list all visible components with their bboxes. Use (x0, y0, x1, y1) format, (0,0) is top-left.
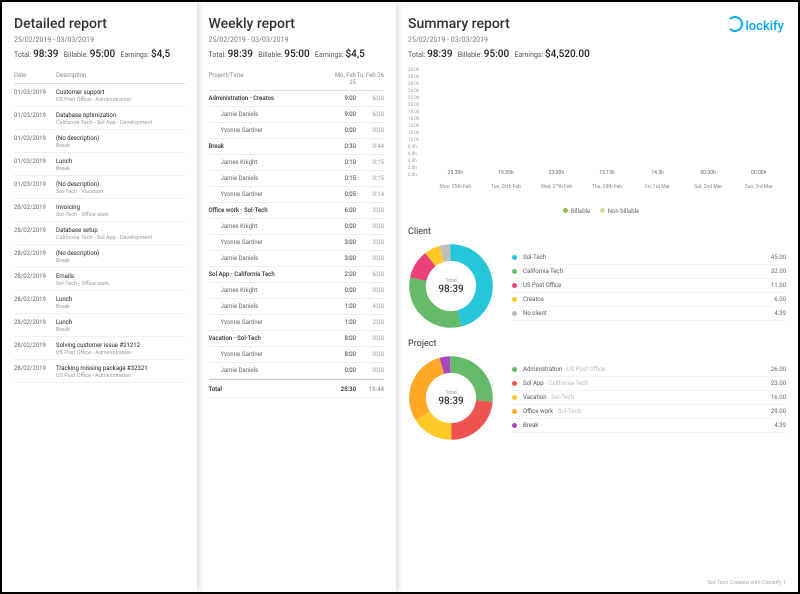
detailed-title: Detailed report (14, 16, 185, 32)
date-range: 25/02/2019 - 03/03/2019 (14, 36, 185, 44)
table-row: 28/02/2019LunchBreak (14, 314, 185, 337)
project-donut-chart: Total98:39 (408, 355, 494, 441)
table-row: Yvonne Gardner1:002:00 (209, 315, 385, 331)
table-row: 28/02/2019(No description)Break (14, 245, 185, 268)
table-row: Jamie Daniels0:150:15 (209, 171, 385, 187)
project-list: Administration - US Post Office26.00Sol … (512, 363, 786, 433)
table-row: 28/02/2019Solving customer issue #21212U… (14, 337, 185, 360)
table-row: Yvonne Gardner3:003:00 (209, 235, 385, 251)
table-row: Jamie Daniels9:006:00 (209, 107, 385, 123)
weekly-total-row: Total 25:30 15:44 (209, 379, 385, 398)
totals-line: Total: 98:39 Billable: 95:00 Earnings: $… (408, 49, 786, 60)
table-row: 01/03/2019Database optimizationCaliforni… (14, 107, 185, 130)
table-row: Office work - Sol-Tech6:003:00 (209, 203, 385, 219)
totals-line: Total: 98:39 Billable: 95:00 Earnings: $… (14, 49, 185, 60)
list-item: US Post Office11.00 (512, 279, 786, 293)
table-row: Yvonne Gardner0:000:00 (209, 123, 385, 139)
table-row: Break0:300:44 (209, 139, 385, 155)
weekly-title: Weekly report (209, 16, 385, 32)
table-row: 28/02/2019Database setupCalifornia Tech … (14, 222, 185, 245)
client-donut-chart: Total98:39 (408, 243, 494, 329)
list-item: Administration - US Post Office26.00 (512, 363, 786, 377)
table-row: Yvonne Gardner8:000:00 (209, 347, 385, 363)
table-row: Sol App - California Tech2:006:00 (209, 267, 385, 283)
table-row: Administration - Creatos9:006:00 (209, 91, 385, 107)
table-row: Jamie Daniels1:004:00 (209, 299, 385, 315)
detailed-report-pane: Detailed report 25/02/2019 - 03/03/2019 … (2, 2, 197, 592)
list-item: Office work - Sol-Tech29.00 (512, 405, 786, 419)
table-row: Vacation - Sol-Tech8:000:00 (209, 331, 385, 347)
table-row: 01/03/2019Customer supportUS Post Office… (14, 84, 185, 107)
clockify-logo: lockify (727, 16, 784, 34)
summary-report-pane: lockify Summary report 25/02/2019 - 03/0… (396, 2, 798, 592)
client-section-title: Client (408, 227, 786, 237)
list-item: Vacation - Sol-Tech16.00 (512, 391, 786, 405)
table-row: James Knight0:100:15 (209, 155, 385, 171)
totals-line: Total: 98:39 Billable: 95:00 Earnings: $… (209, 49, 385, 60)
list-item: Break4:39 (512, 419, 786, 433)
client-list: Sol-Tech45.00California Tech32.00US Post… (512, 251, 786, 321)
weekly-report-pane: Weekly report 25/02/2019 - 03/03/2019 To… (197, 2, 397, 592)
table-row: James Knight0:000:00 (209, 283, 385, 299)
list-item: Sol App - California Tech23.00 (512, 377, 786, 391)
list-item: Creatos6.00 (512, 293, 786, 307)
date-range: 25/02/2019 - 03/03/2019 (408, 36, 786, 44)
project-section-title: Project (408, 339, 786, 349)
weekly-table-header: Project/Time Mo, Feb 25 Tu, Feb 26 (209, 68, 385, 91)
list-item: Sol-Tech45.00 (512, 251, 786, 265)
table-row: Yvonne Gardner0:050:14 (209, 187, 385, 203)
table-row: 01/03/2019(No description)Break (14, 130, 185, 153)
chart-legend: Billable Non billable (408, 208, 786, 215)
table-row: 01/03/2019(No description)Sol-Tech - Vac… (14, 176, 185, 199)
list-item: California Tech32.00 (512, 265, 786, 279)
table-row: Jamie Daniels3:000:00 (209, 251, 385, 267)
table-row: 28/02/2019LunchBreak (14, 291, 185, 314)
table-row: 28/02/2019Tracking missing package #3232… (14, 360, 185, 383)
list-item: No client4:39 (512, 307, 786, 321)
table-row: 01/03/2019LunchBreak (14, 153, 185, 176)
table-row: 28/02/2019EmailsSol-Tech - Office work (14, 268, 185, 291)
table-row: Jamie Daniels0:000:00 (209, 363, 385, 379)
page-footer: Sol-Tech Created with Clockify 1 (707, 580, 786, 586)
detailed-table-header: Date Description (14, 68, 185, 84)
table-row: James Knight0:000:00 (209, 219, 385, 235)
table-row: 28/02/2019InvoicingSol-Tech - Office wor… (14, 199, 185, 222)
date-range: 25/02/2019 - 03/03/2019 (209, 36, 385, 44)
bar-chart: 30.0h28.0h26.0h24.0h22.0h20.0h18.0h16.0h… (408, 68, 786, 198)
